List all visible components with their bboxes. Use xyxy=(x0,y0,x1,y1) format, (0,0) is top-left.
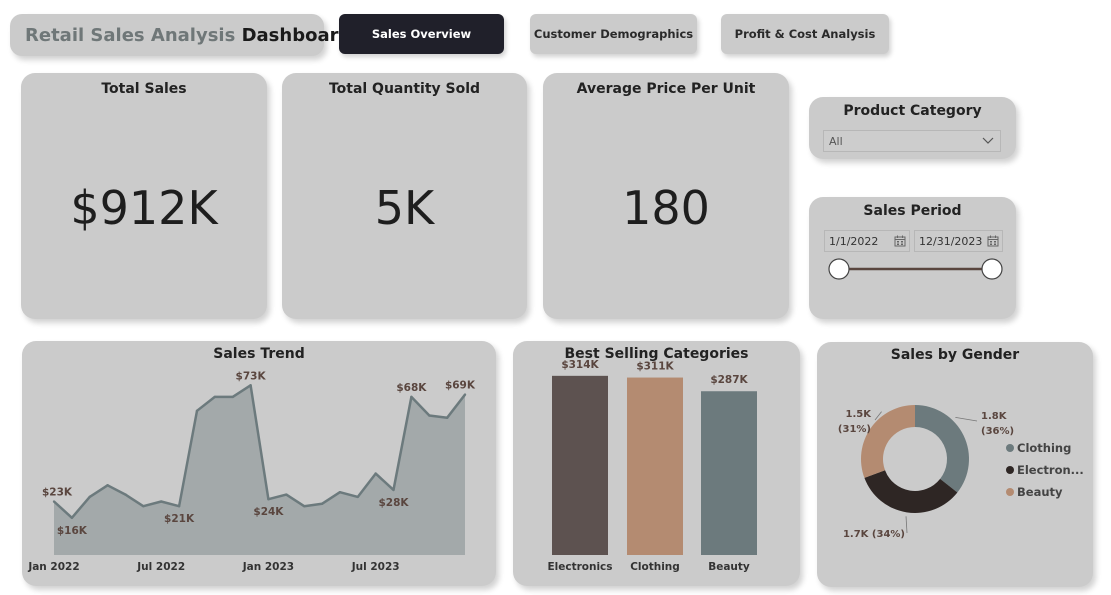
bar xyxy=(701,391,757,555)
best-selling-chart: $314K Electronics $311K Clothing $287K Beauty xyxy=(547,359,757,573)
x-tick-label: Jan 2023 xyxy=(242,561,294,573)
x-tick-label: Jul 2022 xyxy=(136,561,185,573)
kpi-card-avg-price: Average Price Per Unit 180 xyxy=(543,73,789,319)
sales-trend-card: Sales Trend $23K $16K $21K $73K $24K $28K $68K… xyxy=(22,341,496,586)
data-label: $16K xyxy=(57,525,88,537)
page-title-part1: Retail Sales Analysis xyxy=(25,25,236,46)
slice-pct-label: (36%) xyxy=(981,426,1014,437)
slice-label: 1.8K xyxy=(981,411,1008,422)
data-point xyxy=(142,504,145,508)
x-tick-label: Jan 2022 xyxy=(27,561,79,573)
data-point xyxy=(320,502,324,506)
data-label: $21K xyxy=(164,513,195,525)
data-label: $287K xyxy=(710,374,748,386)
kpi-value: 5K xyxy=(374,181,435,235)
dropdown-value: All xyxy=(829,135,843,148)
end-date-value: 12/31/2023 xyxy=(919,235,983,248)
kpi-card-total-quantity: Total Quantity Sold 5K xyxy=(282,73,527,319)
slice-label: 1.5K xyxy=(846,409,873,420)
data-label: $24K xyxy=(253,506,284,518)
data-point xyxy=(124,493,127,496)
data-point xyxy=(88,495,91,499)
category-label: Clothing xyxy=(630,561,680,573)
leader-line xyxy=(905,516,908,534)
data-point xyxy=(177,504,181,508)
data-point xyxy=(463,393,467,396)
slider-end-handle[interactable] xyxy=(981,258,1003,280)
start-date-input[interactable]: 1/1/2022 xyxy=(824,230,910,252)
data-point xyxy=(195,409,199,413)
calendar-icon[interactable] xyxy=(894,235,906,247)
data-point xyxy=(213,395,217,399)
category-label: Beauty xyxy=(708,561,750,573)
slider-start-handle[interactable] xyxy=(828,258,850,280)
data-label: $69K xyxy=(445,380,476,392)
sales-by-gender-card: Sales by Gender 1.8K (36%) 1.7K (34%) 1.5K(… xyxy=(817,342,1093,587)
data-point xyxy=(302,504,306,508)
data-label: $23K xyxy=(42,487,73,499)
tab-customer-demographics[interactable]: Customer Demographics xyxy=(530,14,697,54)
data-point xyxy=(70,516,74,519)
data-point xyxy=(445,416,449,420)
legend-label: Electron... xyxy=(1017,463,1084,477)
kpi-title: Total Quantity Sold xyxy=(328,81,481,97)
leader-line xyxy=(955,416,978,422)
tab-profit-cost-analysis[interactable]: Profit & Cost Analysis xyxy=(721,14,889,54)
calendar-icon[interactable] xyxy=(987,235,999,247)
data-point xyxy=(52,500,56,503)
chevron-down-icon xyxy=(982,137,994,144)
data-point xyxy=(285,493,288,496)
slicer-title: Product Category xyxy=(843,103,982,119)
data-point xyxy=(267,498,270,501)
title-card: Retail Sales Analysis Dashboard xyxy=(10,14,351,56)
kpi-card-total-sales: Total Sales $912K xyxy=(21,73,267,319)
kpi-value: 180 xyxy=(622,181,710,235)
category-label: Electronics xyxy=(547,561,612,573)
data-point xyxy=(249,384,252,387)
page-title: Retail Sales Analysis Dashboard xyxy=(25,25,351,46)
legend-marker xyxy=(1006,488,1014,496)
kpi-value: $912K xyxy=(70,181,218,235)
data-point xyxy=(410,395,413,399)
data-point xyxy=(356,495,359,499)
data-point xyxy=(374,472,377,475)
data-label: $28K xyxy=(378,497,409,509)
data-point xyxy=(392,488,395,492)
data-point xyxy=(231,395,234,399)
data-label: $311K xyxy=(636,361,674,373)
product-category-slicer: Product Category All xyxy=(809,97,1016,159)
start-date-value: 1/1/2022 xyxy=(829,235,879,248)
legend-label: Beauty xyxy=(1017,485,1063,499)
data-label: $73K xyxy=(236,370,267,382)
data-point xyxy=(160,500,163,503)
sales-period-slicer: Sales Period 1/1/2022 12/31/2023 xyxy=(809,197,1016,319)
kpi-title: Average Price Per Unit xyxy=(576,81,756,97)
category-dropdown[interactable]: All xyxy=(823,130,1001,152)
best-selling-card: Best Selling Categories $314K Electronics… xyxy=(513,341,800,586)
kpi-title: Total Sales xyxy=(101,81,187,97)
sales-trend-chart: $23K $16K $21K $73K $24K $28K $68K $69K Jan 2022… xyxy=(27,370,476,573)
x-tick-label: Jul 2023 xyxy=(351,561,400,573)
slice-label: 1.7K (34%) xyxy=(843,529,905,540)
legend-marker xyxy=(1006,444,1014,452)
area-fill xyxy=(54,385,465,555)
bar xyxy=(627,377,683,555)
bar xyxy=(552,375,608,555)
slice-pct-label: (31%) xyxy=(838,424,871,435)
tab-sales-overview[interactable]: Sales Overview xyxy=(339,14,504,54)
data-point xyxy=(338,491,342,494)
page-title-part2: Dashboard xyxy=(241,25,352,46)
data-point xyxy=(106,484,109,487)
end-date-input[interactable]: 12/31/2023 xyxy=(914,230,1003,252)
sales-by-gender-chart: 1.8K (36%) 1.7K (34%) 1.5K (31%) Clothing Elec… xyxy=(838,405,1084,540)
data-label: $68K xyxy=(396,382,427,394)
legend-marker xyxy=(1006,466,1014,474)
data-label: $314K xyxy=(561,359,599,371)
date-range-slider[interactable] xyxy=(823,255,1005,283)
legend-label: Clothing xyxy=(1017,441,1071,455)
data-point xyxy=(428,414,431,417)
slicer-title: Sales Period xyxy=(863,203,962,219)
